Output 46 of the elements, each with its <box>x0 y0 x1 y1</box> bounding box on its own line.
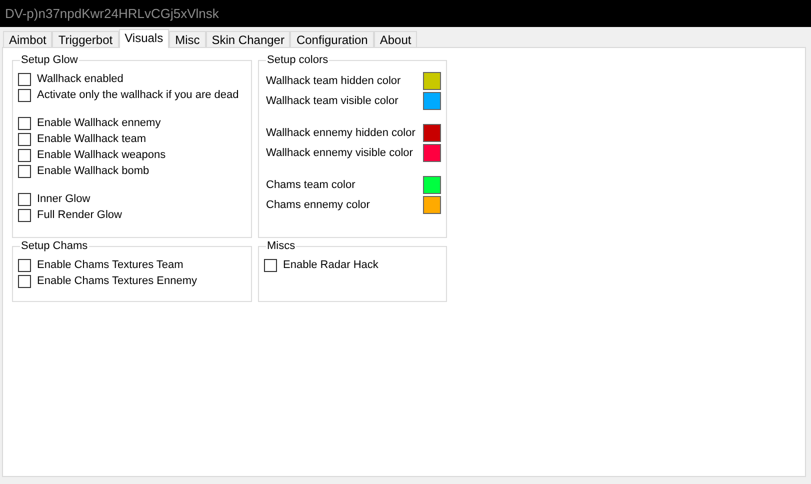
checkbox-label: Wallhack enabled <box>37 72 124 87</box>
tab[interactable]: Skin Changer <box>206 31 290 47</box>
checkbox[interactable] <box>264 258 277 272</box>
group-title: Setup Chams <box>20 240 89 252</box>
checkbox-label: Enable Wallhack bomb <box>37 164 150 179</box>
color-swatch[interactable] <box>423 144 441 162</box>
checkbox[interactable] <box>18 258 31 272</box>
checkbox[interactable] <box>18 72 31 86</box>
tab[interactable]: About <box>374 31 418 47</box>
color-swatch[interactable] <box>423 196 441 214</box>
checkbox[interactable] <box>18 88 31 102</box>
checkbox[interactable] <box>18 148 31 162</box>
checkbox-label: Enable Wallhack weapons <box>37 148 166 163</box>
checkbox-label: Enable Radar Hack <box>283 258 378 273</box>
checkbox-label: Full Render Glow <box>37 208 122 223</box>
checkbox-label: Enable Chams Textures Ennemy <box>37 274 197 289</box>
group-title: Setup Glow <box>20 54 79 66</box>
checkbox[interactable] <box>18 208 31 222</box>
color-label: Chams team color <box>266 178 356 193</box>
tab[interactable]: Triggerbot <box>52 31 119 47</box>
color-swatch[interactable] <box>423 124 441 142</box>
color-swatch[interactable] <box>423 176 441 194</box>
color-label: Chams ennemy color <box>266 198 370 213</box>
color-swatch[interactable] <box>423 72 441 90</box>
color-swatch[interactable] <box>423 92 441 110</box>
checkbox-label: Enable Wallhack team <box>37 132 146 147</box>
checkbox[interactable] <box>18 274 31 288</box>
checkbox[interactable] <box>18 132 31 146</box>
tab[interactable]: Visuals <box>118 29 170 48</box>
color-label: Wallhack team hidden color <box>266 74 401 89</box>
checkbox[interactable] <box>18 164 31 178</box>
color-label: Wallhack ennemy visible color <box>266 146 413 161</box>
window-title: DV-p)n37npdKwr24HRLvCGj5xVlnsk <box>5 4 219 23</box>
color-label: Wallhack team visible color <box>266 94 398 109</box>
group-title: Miscs <box>266 240 296 252</box>
checkbox-label: Inner Glow <box>37 192 90 207</box>
tab[interactable]: Configuration <box>290 31 374 47</box>
group-title: Setup colors <box>266 54 330 66</box>
tab[interactable]: Aimbot <box>3 31 52 47</box>
checkbox[interactable] <box>18 116 31 130</box>
color-label: Wallhack ennemy hidden color <box>266 126 416 141</box>
checkbox-label: Enable Wallhack ennemy <box>37 116 161 131</box>
checkbox[interactable] <box>18 192 31 206</box>
checkbox-label: Activate only the wallhack if you are dead <box>37 88 239 103</box>
tab[interactable]: Misc <box>169 31 206 47</box>
checkbox-label: Enable Chams Textures Team <box>37 258 184 273</box>
